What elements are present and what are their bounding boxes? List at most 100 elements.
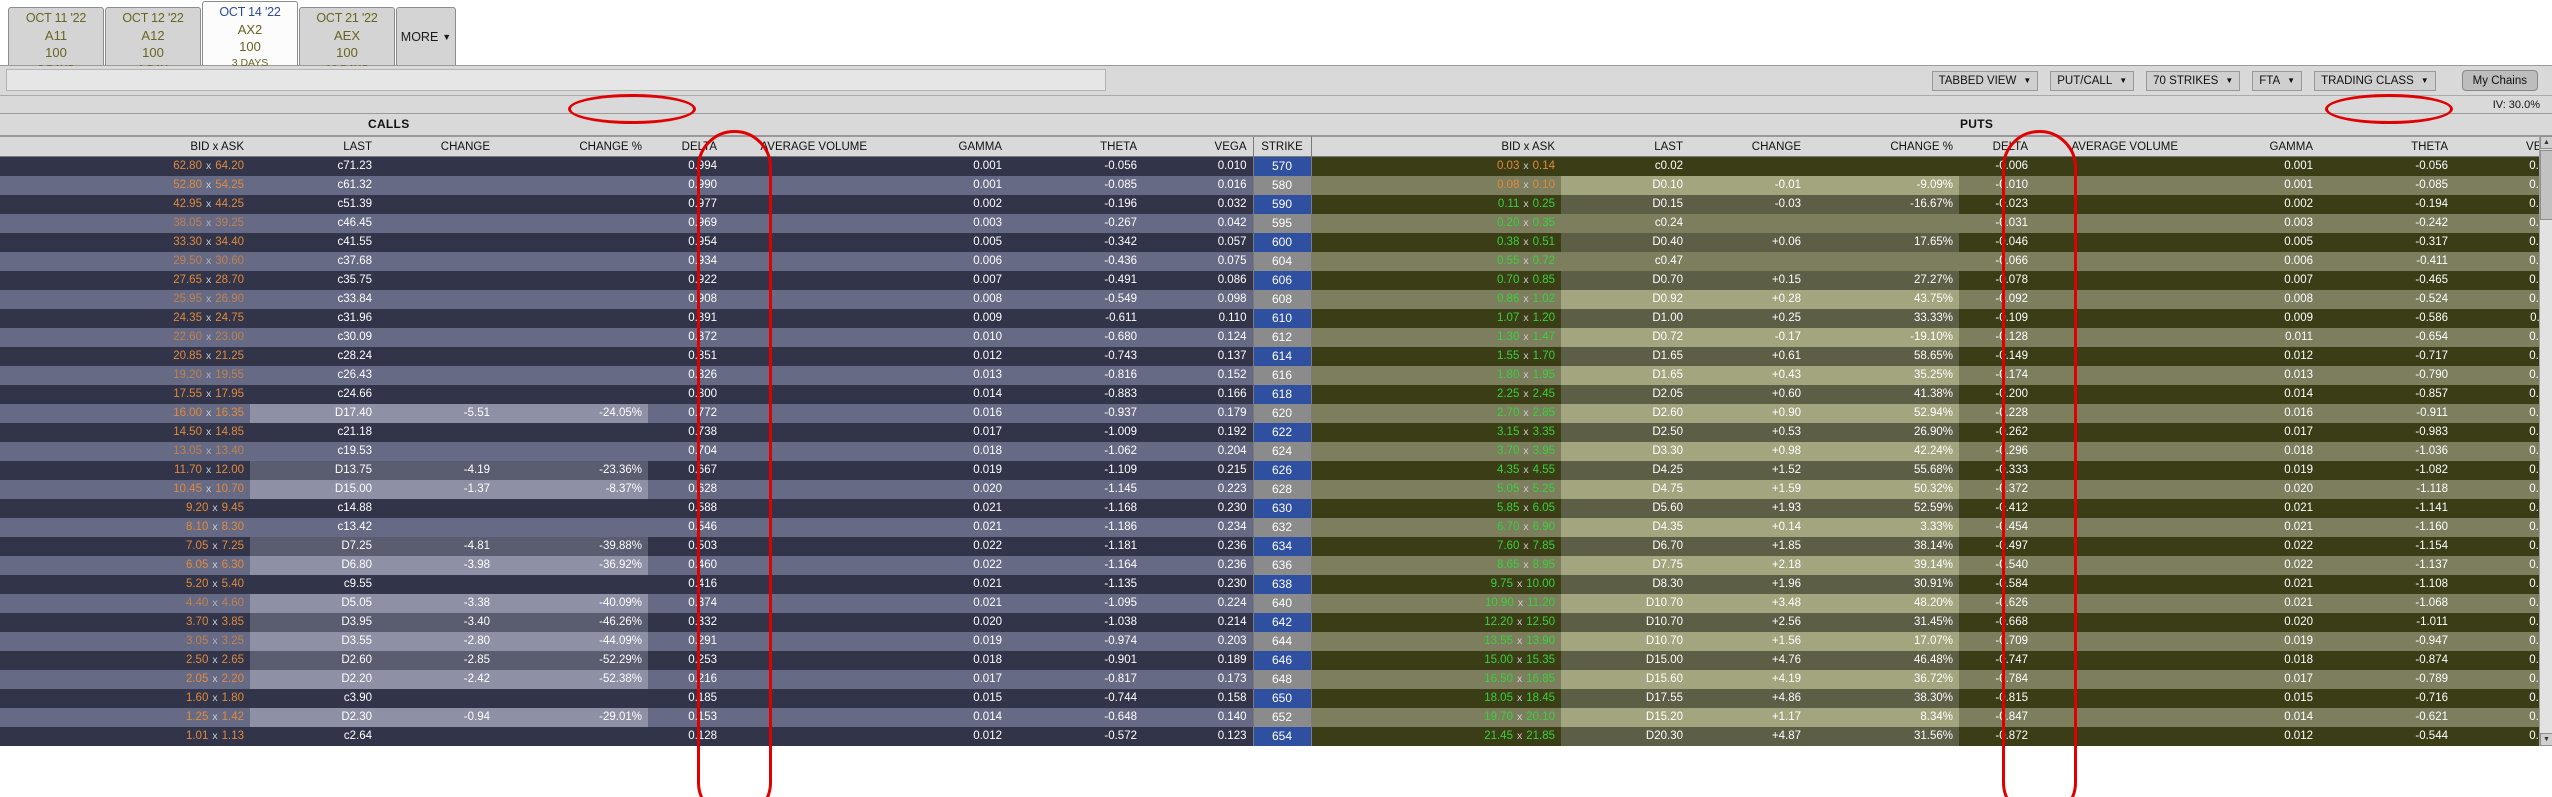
calls-change-cell[interactable]: -3.38 xyxy=(378,593,496,613)
puts-theta-cell[interactable]: -1.154 xyxy=(2319,536,2454,556)
calls-col-header[interactable]: CHANGE % xyxy=(496,136,648,157)
puts-change-cell[interactable]: +0.06 xyxy=(1689,232,1807,252)
calls-change-pct-cell[interactable]: -24.05% xyxy=(496,403,648,423)
puts-delta-cell[interactable]: -0.228 xyxy=(1959,403,2034,423)
calls-bid-ask-cell[interactable]: 16.00 x 16.35 xyxy=(0,403,250,423)
calls-last-cell[interactable]: D2.30 xyxy=(250,707,378,727)
puts-change-cell[interactable]: +4.76 xyxy=(1689,650,1807,670)
puts-change-pct-cell[interactable]: 48.20% xyxy=(1807,593,1959,613)
calls-vega-cell[interactable]: 0.236 xyxy=(1143,536,1253,556)
puts-change-pct-cell[interactable]: 33.33% xyxy=(1807,308,1959,328)
strike-cell[interactable]: 606 xyxy=(1252,270,1312,290)
puts-delta-cell[interactable]: -0.626 xyxy=(1959,593,2034,613)
puts-bid-ask-cell[interactable]: 6.70 x 6.90 xyxy=(1311,517,1561,537)
calls-vega-cell[interactable]: 0.123 xyxy=(1143,726,1253,746)
calls-delta-cell[interactable]: 0.934 xyxy=(648,251,723,271)
puts-change-cell[interactable]: +0.14 xyxy=(1689,517,1807,537)
puts-bid-ask-cell[interactable]: 1.30 x 1.47 xyxy=(1311,327,1561,347)
calls-change-pct-cell[interactable]: -46.26% xyxy=(496,612,648,632)
calls-avg-volume-cell[interactable] xyxy=(723,669,873,689)
calls-last-cell[interactable]: c14.88 xyxy=(250,498,378,518)
calls-change-cell[interactable] xyxy=(378,156,496,176)
puts-change-pct-cell[interactable]: 46.48% xyxy=(1807,650,1959,670)
puts-change-cell[interactable]: +0.15 xyxy=(1689,270,1807,290)
puts-bid-ask-cell[interactable]: 10.90 x 11.20 xyxy=(1311,593,1561,613)
table-row[interactable]: 25.95 x 26.90 c33.84 0.908 0.008 -0.549 0.098 60… xyxy=(0,289,2552,309)
puts-gamma-cell[interactable]: 0.001 xyxy=(2184,156,2319,176)
table-row[interactable]: 38.05 x 39.25 c46.45 0.969 0.003 -0.267 0.042 59… xyxy=(0,213,2552,233)
puts-bid-ask-cell[interactable]: 1.55 x 1.70 xyxy=(1311,346,1561,366)
puts-bid-ask-cell[interactable]: 2.70 x 2.85 xyxy=(1311,403,1561,423)
dropdown-70-strikes[interactable]: 70 STRIKES ▼ xyxy=(2146,70,2241,91)
puts-last-cell[interactable]: D4.35 xyxy=(1561,517,1689,537)
puts-theta-cell[interactable]: -0.790 xyxy=(2319,365,2454,385)
puts-vega-cell[interactable]: 0.236 xyxy=(2454,536,2552,556)
puts-avg-volume-cell[interactable] xyxy=(2034,669,2184,689)
puts-bid-ask-cell[interactable]: 0.03 x 0.14 xyxy=(1311,156,1561,176)
puts-gamma-cell[interactable]: 0.022 xyxy=(2184,555,2319,575)
calls-vega-cell[interactable]: 0.203 xyxy=(1143,631,1253,651)
calls-change-pct-cell[interactable] xyxy=(496,384,648,404)
puts-delta-cell[interactable]: -0.128 xyxy=(1959,327,2034,347)
calls-avg-volume-cell[interactable] xyxy=(723,346,873,366)
calls-bid-ask-cell[interactable]: 8.10 x 8.30 xyxy=(0,517,250,537)
puts-gamma-cell[interactable]: 0.017 xyxy=(2184,422,2319,442)
calls-last-cell[interactable]: D5.05 xyxy=(250,593,378,613)
puts-avg-volume-cell[interactable] xyxy=(2034,650,2184,670)
puts-delta-cell[interactable]: -0.296 xyxy=(1959,441,2034,461)
puts-change-cell[interactable]: +0.98 xyxy=(1689,441,1807,461)
calls-gamma-cell[interactable]: 0.012 xyxy=(873,726,1008,746)
calls-bid-ask-cell[interactable]: 7.05 x 7.25 xyxy=(0,536,250,556)
strike-cell[interactable]: 612 xyxy=(1252,327,1312,347)
dropdown-fta[interactable]: FTA ▼ xyxy=(2252,70,2303,91)
calls-theta-cell[interactable]: -0.883 xyxy=(1008,384,1143,404)
puts-avg-volume-cell[interactable] xyxy=(2034,289,2184,309)
dropdown-put-call[interactable]: PUT/CALL ▼ xyxy=(2050,70,2135,91)
calls-avg-volume-cell[interactable] xyxy=(723,460,873,480)
puts-vega-cell[interactable]: 0.042 xyxy=(2454,213,2552,233)
puts-bid-ask-cell[interactable]: 7.60 x 7.85 xyxy=(1311,536,1561,556)
puts-delta-cell[interactable]: -0.031 xyxy=(1959,213,2034,233)
calls-vega-cell[interactable]: 0.124 xyxy=(1143,327,1253,347)
table-row[interactable]: 2.50 x 2.65 D2.60 -2.85 -52.29% 0.253 0.018 -0.9… xyxy=(0,650,2552,670)
table-row[interactable]: 3.05 x 3.25 D3.55 -2.80 -44.09% 0.291 0.019 -0.9… xyxy=(0,631,2552,651)
calls-avg-volume-cell[interactable] xyxy=(723,384,873,404)
puts-bid-ask-cell[interactable]: 18.05 x 18.45 xyxy=(1311,688,1561,708)
puts-vega-cell[interactable]: 0.110 xyxy=(2454,308,2552,328)
puts-last-cell[interactable]: D15.00 xyxy=(1561,650,1689,670)
puts-avg-volume-cell[interactable] xyxy=(2034,593,2184,613)
puts-gamma-cell[interactable]: 0.017 xyxy=(2184,669,2319,689)
calls-change-cell[interactable]: -2.80 xyxy=(378,631,496,651)
calls-theta-cell[interactable]: -0.085 xyxy=(1008,175,1143,195)
calls-theta-cell[interactable]: -1.145 xyxy=(1008,479,1143,499)
calls-avg-volume-cell[interactable] xyxy=(723,574,873,594)
puts-last-cell[interactable]: D5.60 xyxy=(1561,498,1689,518)
calls-theta-cell[interactable]: -0.267 xyxy=(1008,213,1143,233)
puts-gamma-cell[interactable]: 0.003 xyxy=(2184,213,2319,233)
puts-avg-volume-cell[interactable] xyxy=(2034,460,2184,480)
puts-last-cell[interactable]: D4.25 xyxy=(1561,460,1689,480)
puts-change-cell[interactable]: +4.87 xyxy=(1689,726,1807,746)
puts-bid-ask-cell[interactable]: 3.15 x 3.35 xyxy=(1311,422,1561,442)
calls-last-cell[interactable]: c37.68 xyxy=(250,251,378,271)
puts-theta-cell[interactable]: -0.194 xyxy=(2319,194,2454,214)
table-row[interactable]: 13.05 x 13.40 c19.53 0.704 0.018 -1.062 0.204 62… xyxy=(0,441,2552,461)
puts-bid-ask-cell[interactable]: 1.07 x 1.20 xyxy=(1311,308,1561,328)
calls-last-cell[interactable]: c9.55 xyxy=(250,574,378,594)
calls-delta-cell[interactable]: 0.460 xyxy=(648,555,723,575)
puts-gamma-cell[interactable]: 0.021 xyxy=(2184,517,2319,537)
calls-theta-cell[interactable]: -1.135 xyxy=(1008,574,1143,594)
calls-bid-ask-cell[interactable]: 17.55 x 17.95 xyxy=(0,384,250,404)
calls-delta-cell[interactable]: 0.153 xyxy=(648,707,723,727)
puts-last-cell[interactable]: D0.40 xyxy=(1561,232,1689,252)
calls-delta-cell[interactable]: 0.291 xyxy=(648,631,723,651)
puts-bid-ask-cell[interactable]: 5.05 x 5.25 xyxy=(1311,479,1561,499)
puts-change-cell[interactable] xyxy=(1689,213,1807,233)
calls-gamma-cell[interactable]: 0.021 xyxy=(873,574,1008,594)
puts-theta-cell[interactable]: -1.141 xyxy=(2319,498,2454,518)
table-row[interactable]: 20.85 x 21.25 c28.24 0.851 0.012 -0.743 0.137 61… xyxy=(0,346,2552,366)
calls-last-cell[interactable]: c51.39 xyxy=(250,194,378,214)
calls-gamma-cell[interactable]: 0.021 xyxy=(873,517,1008,537)
puts-gamma-cell[interactable]: 0.018 xyxy=(2184,650,2319,670)
puts-avg-volume-cell[interactable] xyxy=(2034,612,2184,632)
